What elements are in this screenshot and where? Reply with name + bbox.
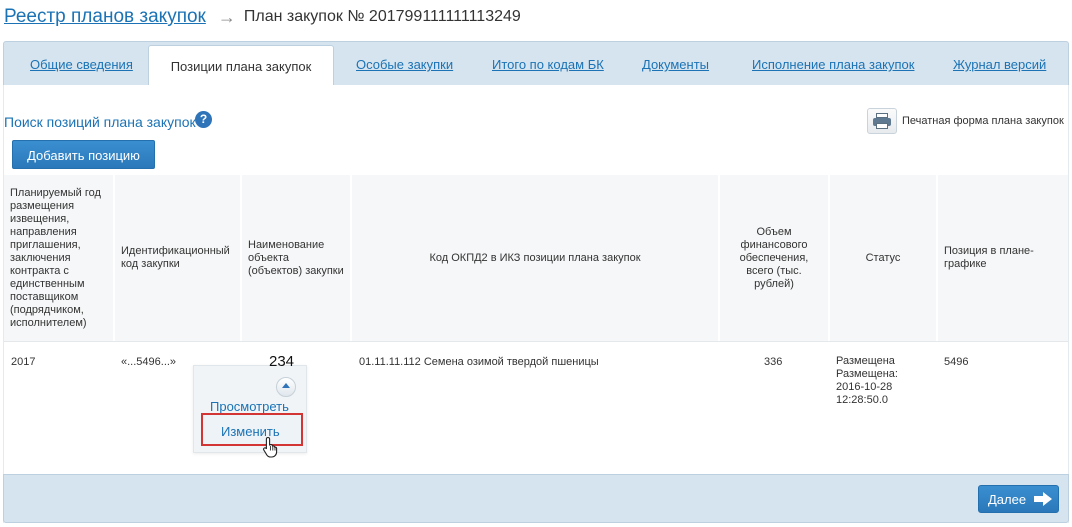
column-header-okpd: Код ОКПД2 в ИКЗ позиции плана закупок xyxy=(352,175,720,341)
search-label[interactable]: Поиск позиций плана закупок xyxy=(4,114,196,130)
column-header-amount: Объем финансового обеспечения, всего (ты… xyxy=(720,175,830,341)
menu-item-view[interactable]: Просмотреть xyxy=(210,399,289,414)
column-header-status: Статус xyxy=(830,175,938,341)
tab-execution[interactable]: Исполнение плана закупок xyxy=(752,57,914,72)
tab-positions[interactable]: Позиции плана закупок xyxy=(148,45,334,87)
printer-icon[interactable] xyxy=(867,108,897,134)
cell-object-number: 234 xyxy=(269,353,295,370)
cell-year: 2017 xyxy=(11,356,36,368)
next-button[interactable]: Далее xyxy=(978,485,1059,513)
cell-schedule-position: 5496 xyxy=(944,356,969,368)
help-icon[interactable]: ? xyxy=(195,111,212,128)
tab-versions[interactable]: Журнал версий xyxy=(953,57,1046,72)
breadcrumb-arrow-icon: → xyxy=(217,6,236,27)
cell-code: «...5496...» xyxy=(121,356,177,368)
column-header-schedule: Позиция в плане-графике xyxy=(938,175,1068,341)
tab-documents[interactable]: Документы xyxy=(642,57,709,72)
page-title: План закупок № 201799111111113249 xyxy=(243,8,521,25)
collapse-menu-icon[interactable] xyxy=(276,377,296,397)
next-button-label: Далее xyxy=(988,492,1027,507)
column-header-code: Идентификационный код закупки xyxy=(115,175,242,341)
footer-bar xyxy=(3,474,1069,523)
add-position-button[interactable]: Добавить позицию xyxy=(12,140,155,169)
menu-item-edit[interactable]: Изменить xyxy=(201,413,303,446)
tab-special[interactable]: Особые закупки xyxy=(356,57,453,72)
arrow-right-icon xyxy=(1034,492,1052,506)
breadcrumb: Реестр планов закупок → План закупок № 2… xyxy=(4,4,521,30)
breadcrumb-link-registry[interactable]: Реестр планов закупок xyxy=(4,6,206,28)
header-divider xyxy=(4,341,1068,342)
column-header-object: Наименование объекта (объектов) закупки xyxy=(242,175,352,341)
tab-bk-totals[interactable]: Итого по кодам БК xyxy=(492,57,604,72)
hand-pointer-icon xyxy=(263,436,278,458)
cell-status: Размещена Размещена: 2016-10-28 12:28:50… xyxy=(836,355,898,406)
cell-amount: 336 xyxy=(764,356,783,368)
print-form-link[interactable]: Печатная форма плана закупок xyxy=(902,115,1064,127)
tab-bar: Общие сведения Позиции плана закупок Осо… xyxy=(3,41,1069,87)
column-header-year: Планируемый год размещения извещения, на… xyxy=(4,175,115,341)
cell-okpd: 01.11.11.112 Семена озимой твердой пшени… xyxy=(359,356,599,368)
tab-general[interactable]: Общие сведения xyxy=(30,57,133,72)
